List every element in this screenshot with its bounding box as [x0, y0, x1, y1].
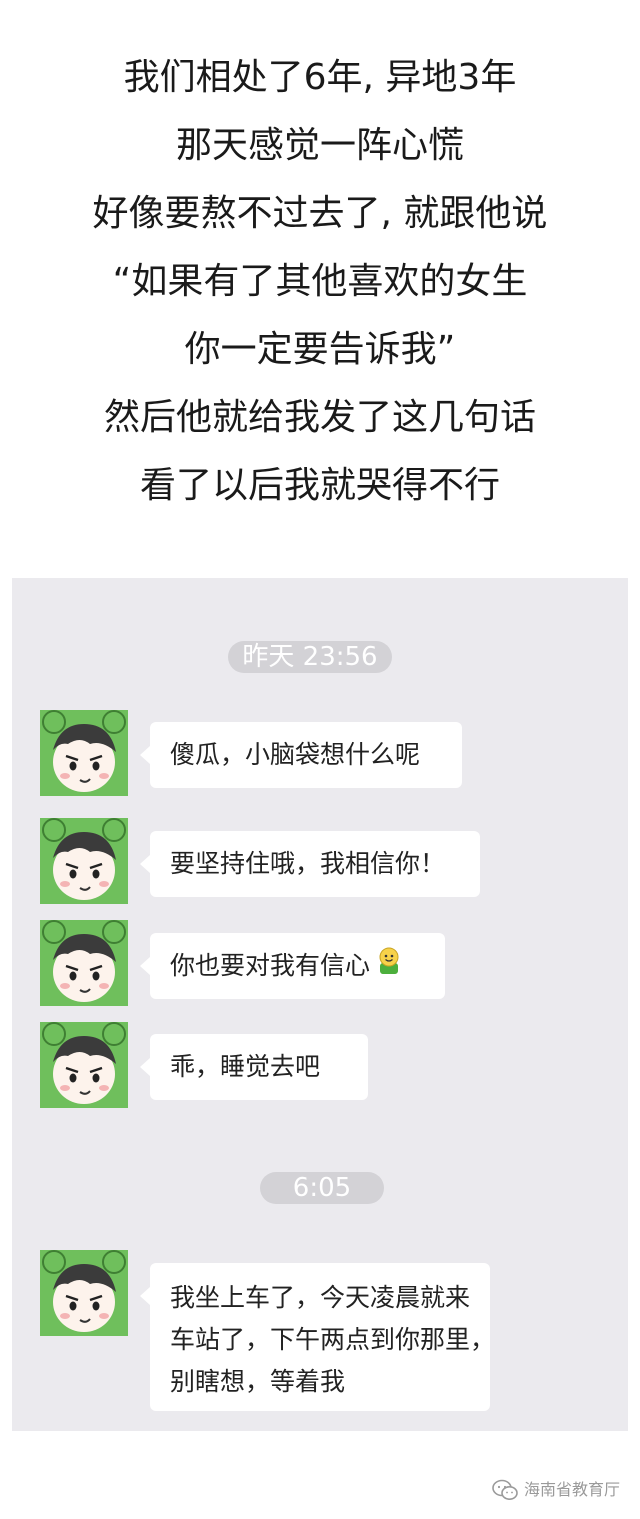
caption-line: “如果有了其他喜欢的女生: [112, 261, 528, 302]
chat-timestamp: 昨天 23:56: [228, 641, 392, 673]
frog-hood-avatar-icon: [40, 920, 128, 1006]
source-watermark: 海南省教育厅: [492, 1473, 620, 1507]
frog-hood-avatar-icon: [40, 1022, 128, 1108]
chat-timestamp: 6:05: [260, 1172, 384, 1204]
caption-line: 好像要熬不过去了, 就跟他说: [92, 193, 548, 234]
caption-text-block: 我们相处了6年, 异地3年 那天感觉一阵心慌 好像要熬不过去了, 就跟他说 “如…: [0, 52, 640, 528]
contact-avatar[interactable]: [40, 710, 128, 796]
message-bubble[interactable]: 我坐上车了，今天凌晨就来 车站了，下午两点到你那里， 别瞎想，等着我: [140, 1263, 496, 1411]
caption-line: 然后他就给我发了这几句话: [103, 397, 536, 438]
chat-screenshot-panel: 昨天 23:56 傻瓜，小脑袋想什么呢 要坚持住哦，我相信你！ 你也要对我有信心…: [12, 578, 628, 1431]
caption-line: 我们相处了6年, 异地3年: [123, 57, 517, 98]
message-text-line: 我坐上车了，今天凌晨就来: [170, 1283, 471, 1312]
message-text: 你也要对我有信心: [170, 951, 371, 980]
message-text-line: 车站了，下午两点到你那里，: [170, 1325, 496, 1354]
caption-line: 看了以后我就哭得不行: [139, 465, 500, 506]
contact-avatar[interactable]: [40, 1022, 128, 1108]
watermark-text: 海南省教育厅: [523, 1480, 620, 1499]
smiley-emoji-icon: [374, 934, 404, 1000]
message-bubble[interactable]: 乖，睡觉去吧: [140, 1034, 368, 1100]
caption-line: 你一定要告诉我”: [184, 329, 456, 370]
message-bubble[interactable]: 要坚持住哦，我相信你！: [140, 831, 480, 897]
message-text-line: 别瞎想，等着我: [170, 1367, 346, 1396]
frog-hood-avatar-icon: [40, 710, 128, 796]
message-bubble[interactable]: 傻瓜，小脑袋想什么呢: [140, 722, 462, 788]
wechat-logo-icon: [492, 1479, 518, 1500]
frog-hood-avatar-icon: [40, 818, 128, 904]
contact-avatar[interactable]: [40, 1250, 128, 1336]
message-bubble[interactable]: 你也要对我有信心: [140, 933, 445, 1000]
contact-avatar[interactable]: [40, 920, 128, 1006]
contact-avatar[interactable]: [40, 818, 128, 904]
caption-line: 那天感觉一阵心慌: [175, 125, 464, 166]
frog-hood-avatar-icon: [40, 1250, 128, 1336]
